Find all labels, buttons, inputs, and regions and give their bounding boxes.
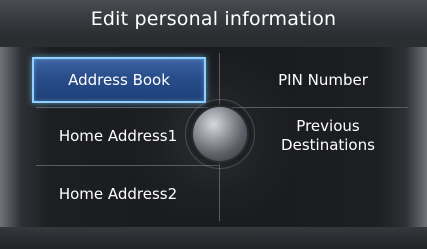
menu-divider: [36, 165, 219, 166]
menu-item-home-address1[interactable]: Home Address1: [38, 111, 198, 161]
joystick-knob-icon[interactable]: [193, 107, 247, 161]
menu-item-label: Home Address2: [58, 184, 178, 203]
menu-item-previous-destinations[interactable]: Previous Destinations: [256, 111, 400, 161]
title-bar: Edit personal information: [0, 0, 427, 39]
menu-divider: [220, 107, 408, 108]
menu-item-label: Previous Destinations: [281, 117, 375, 154]
menu-divider: [36, 107, 219, 108]
page-title: Edit personal information: [90, 8, 337, 30]
menu-panel: Address Book PIN Number Home Address1 Pr…: [0, 47, 427, 227]
edit-personal-information-screen: Edit personal information Address Book P…: [0, 0, 427, 249]
menu-item-label: Address Book: [68, 70, 170, 89]
menu-item-pin-number[interactable]: PIN Number: [238, 57, 408, 103]
menu-item-label: PIN Number: [278, 70, 368, 89]
menu-item-address-book[interactable]: Address Book: [32, 57, 206, 103]
bottom-strip: [0, 227, 427, 249]
menu-item-home-address2[interactable]: Home Address2: [38, 169, 198, 219]
menu-item-label: Home Address1: [58, 126, 178, 145]
top-strip: [0, 38, 427, 47]
